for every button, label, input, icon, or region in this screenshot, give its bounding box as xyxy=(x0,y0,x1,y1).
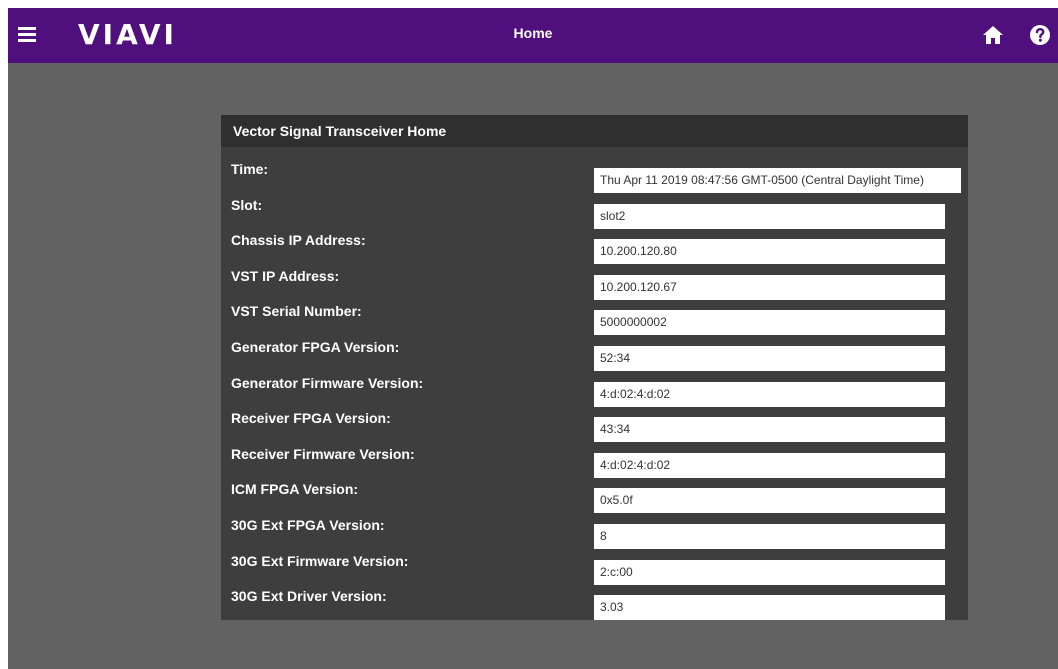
page-title: Home xyxy=(513,25,553,41)
row-label: Generator FPGA Version: xyxy=(231,339,400,355)
row-label: VST Serial Number: xyxy=(231,303,362,320)
top-bar: VIAVI Home xyxy=(8,8,1058,63)
row-label: 30G Ext Firmware Version: xyxy=(231,552,409,569)
30g-ext-firmware-field[interactable] xyxy=(594,559,945,585)
30g-ext-fpga-field[interactable] xyxy=(594,524,945,549)
row-label: 30G Ext Driver Version: xyxy=(231,588,387,605)
generator-firmware-field[interactable] xyxy=(594,381,945,407)
row-30g-ext-driver: 30G Ext Driver Version: xyxy=(221,582,968,621)
time-field[interactable] xyxy=(594,168,961,193)
home-icon[interactable] xyxy=(982,24,1004,46)
row-receiver-fpga: Receiver FPGA Version: xyxy=(221,404,968,443)
row-generator-fpga: Generator FPGA Version: xyxy=(221,333,968,371)
panel-title: Vector Signal Transceiver Home xyxy=(233,123,447,139)
row-chassis-ip: Chassis IP Address: xyxy=(221,226,968,265)
vst-ip-field[interactable] xyxy=(594,274,945,300)
row-label: Time: xyxy=(231,161,269,177)
row-label: Receiver Firmware Version: xyxy=(231,445,415,462)
row-vst-ip: VST IP Address: xyxy=(221,262,968,300)
row-label: Slot: xyxy=(231,196,263,213)
30g-ext-driver-field[interactable] xyxy=(594,595,945,621)
panel-header: Vector Signal Transceiver Home xyxy=(221,115,968,147)
chassis-ip-field[interactable] xyxy=(594,239,945,265)
row-label: 30G Ext FPGA Version: xyxy=(231,517,385,533)
help-icon[interactable] xyxy=(1029,24,1051,46)
app-window: VIAVI Home Vector Signal Transceiver Hom… xyxy=(8,8,1058,669)
receiver-firmware-field[interactable] xyxy=(594,452,945,478)
row-time: Time: xyxy=(221,155,968,193)
row-icm-fpga: ICM FPGA Version: xyxy=(221,475,968,514)
generator-fpga-field[interactable] xyxy=(594,346,945,371)
vst-home-panel: Vector Signal Transceiver Home Time: Slo… xyxy=(221,115,968,621)
row-vst-serial: VST Serial Number: xyxy=(221,297,968,336)
row-30g-ext-firmware: 30G Ext Firmware Version: xyxy=(221,547,968,585)
row-label: ICM FPGA Version: xyxy=(231,481,359,498)
vst-serial-field[interactable] xyxy=(594,310,945,336)
icm-fpga-field[interactable] xyxy=(594,488,945,514)
row-label: Receiver FPGA Version: xyxy=(231,410,391,427)
row-generator-firmware: Generator Firmware Version: xyxy=(221,369,968,407)
row-slot: Slot: xyxy=(221,191,968,229)
row-label: Chassis IP Address: xyxy=(231,232,366,249)
receiver-fpga-field[interactable] xyxy=(594,417,945,443)
row-30g-ext-fpga: 30G Ext FPGA Version: xyxy=(221,511,968,549)
row-receiver-firmware: Receiver Firmware Version: xyxy=(221,440,968,478)
row-label: VST IP Address: xyxy=(231,267,340,284)
row-label: Generator Firmware Version: xyxy=(231,374,424,391)
slot-field[interactable] xyxy=(594,203,945,229)
